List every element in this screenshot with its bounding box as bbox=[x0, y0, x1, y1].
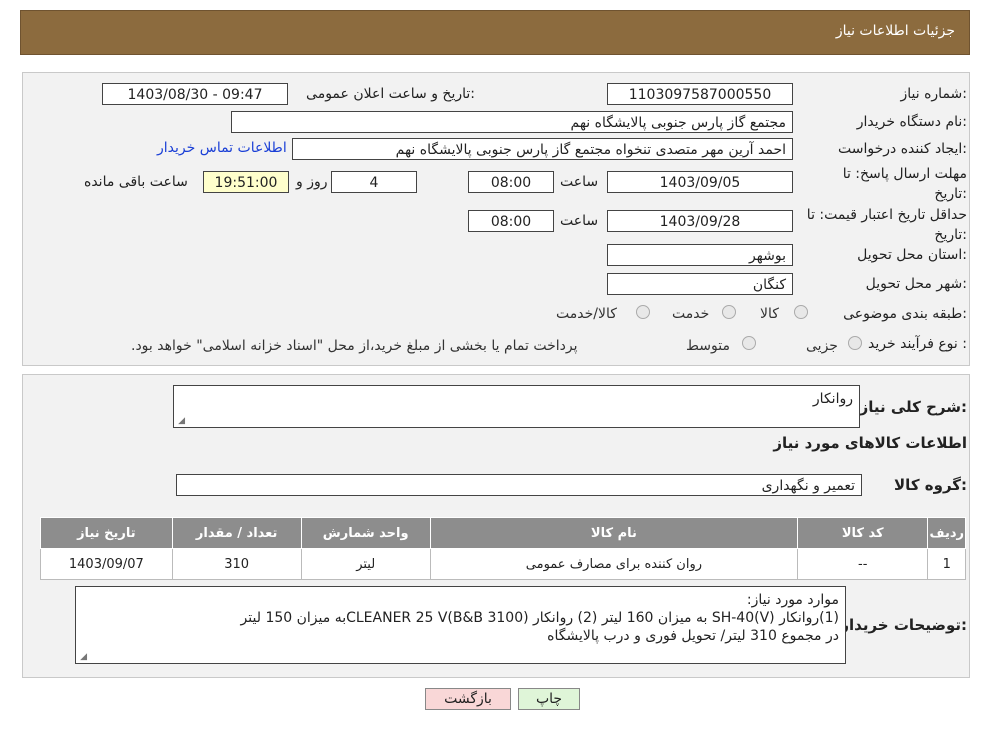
page-title: جزئیات اطلاعات نیاز bbox=[835, 23, 955, 39]
cell-qty: 310 bbox=[171, 548, 302, 580]
col-code: کد کالا bbox=[797, 517, 929, 549]
category-option-both: کالا/خدمت bbox=[556, 306, 617, 322]
category-radio-goods[interactable] bbox=[794, 305, 808, 319]
validity-label-line2: تاریخ: bbox=[934, 227, 967, 243]
buyer-notes-label: توضیحات خریدار: bbox=[840, 616, 967, 634]
page-header: جزئیات اطلاعات نیاز bbox=[20, 10, 970, 55]
buyer-notes-line-2: (1)روانکار SH-40(V) به میزان 160 لیتر (2… bbox=[240, 610, 839, 626]
summary-text: روانکار bbox=[812, 391, 853, 407]
validity-date-field[interactable]: 1403/09/28 bbox=[607, 210, 793, 232]
announce-field[interactable]: 1403/08/30 - 09:47 bbox=[102, 83, 288, 105]
need-number-field[interactable]: 1103097587000550 bbox=[607, 83, 793, 105]
category-label: طبقه بندی موضوعی: bbox=[843, 306, 967, 322]
validity-time-field[interactable]: 08:00 bbox=[468, 210, 554, 232]
process-option-medium: متوسط bbox=[686, 338, 730, 354]
goods-table: ردیف کد کالا نام کالا واحد شمارش تعداد /… bbox=[40, 517, 966, 580]
resize-grip-icon[interactable]: ◢ bbox=[177, 417, 185, 426]
deadline-label-line1: مهلت ارسال پاسخ: تا bbox=[842, 166, 967, 182]
validity-time-label: ساعت bbox=[560, 213, 599, 229]
resize-grip-icon[interactable]: ◢ bbox=[79, 653, 87, 662]
category-radio-service[interactable] bbox=[722, 305, 736, 319]
city-label: شهر محل تحویل: bbox=[865, 276, 967, 292]
buyer-notes-line-1: موارد مورد نیاز: bbox=[746, 592, 839, 608]
process-radio-medium[interactable] bbox=[742, 336, 756, 350]
announce-label: تاریخ و ساعت اعلان عمومی: bbox=[306, 86, 475, 102]
creator-label: ایجاد کننده درخواست: bbox=[838, 141, 967, 157]
cell-name: روان کننده برای مصارف عمومی bbox=[429, 548, 799, 580]
buyer-notes-line-3: در مجموع 310 لیتر/ تحویل فوری و درب پالا… bbox=[547, 628, 839, 644]
deadline-label-line2: تاریخ: bbox=[934, 186, 967, 202]
remaining-label: ساعت باقی مانده bbox=[84, 174, 188, 190]
city-field[interactable]: کنگان bbox=[607, 273, 793, 295]
col-row: ردیف bbox=[927, 517, 966, 549]
col-unit: واحد شمارش bbox=[300, 517, 431, 549]
deadline-label: مهلت ارسال پاسخ: تا تاریخ: bbox=[843, 164, 967, 204]
group-label: گروه کالا: bbox=[894, 476, 967, 494]
province-label: استان محل تحویل: bbox=[857, 247, 967, 263]
buyer-org-label: نام دستگاه خریدار: bbox=[856, 114, 967, 130]
process-radio-minor[interactable] bbox=[848, 336, 862, 350]
col-name: نام کالا bbox=[429, 517, 799, 549]
cell-unit: لیتر bbox=[300, 548, 431, 580]
summary-label: شرح کلی نیاز: bbox=[859, 398, 967, 416]
days-label: روز و bbox=[296, 174, 328, 190]
cell-row: 1 bbox=[927, 548, 966, 580]
validity-label: حداقل تاریخ اعتبار قیمت: تا تاریخ: bbox=[807, 205, 967, 245]
process-label: نوع فرآیند خرید : bbox=[868, 336, 967, 352]
category-option-service: خدمت bbox=[672, 306, 710, 322]
table-row: 1 -- روان کننده برای مصارف عمومی لیتر 31… bbox=[40, 548, 966, 580]
province-field[interactable]: بوشهر bbox=[607, 244, 793, 266]
goods-info-title: اطلاعات کالاهای مورد نیاز bbox=[773, 434, 967, 452]
process-note: پرداخت تمام یا بخشی از مبلغ خرید،از محل … bbox=[131, 338, 578, 354]
validity-label-line1: حداقل تاریخ اعتبار قیمت: تا bbox=[806, 207, 967, 223]
category-option-goods: کالا bbox=[760, 306, 779, 322]
goods-table-header: ردیف کد کالا نام کالا واحد شمارش تعداد /… bbox=[40, 517, 966, 549]
buyer-contact-link[interactable]: اطلاعات تماس خریدار bbox=[157, 140, 287, 156]
process-option-minor: جزیی bbox=[806, 338, 838, 354]
deadline-time-label: ساعت bbox=[560, 174, 599, 190]
remaining-time-field: 19:51:00 bbox=[203, 171, 289, 193]
creator-field[interactable]: احمد آرین مهر متصدی تنخواه مجتمع گاز پار… bbox=[292, 138, 793, 160]
deadline-time-field[interactable]: 08:00 bbox=[468, 171, 554, 193]
days-field[interactable]: 4 bbox=[331, 171, 417, 193]
print-button[interactable]: چاپ bbox=[518, 688, 580, 710]
buyer-org-field[interactable]: مجتمع گاز پارس جنوبی پالایشگاه نهم bbox=[231, 111, 793, 133]
summary-textarea[interactable]: روانکار ◢ bbox=[173, 385, 860, 428]
category-radio-both[interactable] bbox=[636, 305, 650, 319]
cell-date: 1403/09/07 bbox=[40, 548, 173, 580]
need-number-label: شماره نیاز: bbox=[900, 86, 967, 102]
buyer-notes-textarea[interactable]: موارد مورد نیاز: (1)روانکار SH-40(V) به … bbox=[75, 586, 846, 664]
cell-code: -- bbox=[797, 548, 929, 580]
col-date: تاریخ نیاز bbox=[40, 517, 173, 549]
col-qty: تعداد / مقدار bbox=[171, 517, 302, 549]
back-button[interactable]: بازگشت bbox=[425, 688, 511, 710]
group-field[interactable]: تعمیر و نگهداری bbox=[176, 474, 862, 496]
deadline-date-field[interactable]: 1403/09/05 bbox=[607, 171, 793, 193]
